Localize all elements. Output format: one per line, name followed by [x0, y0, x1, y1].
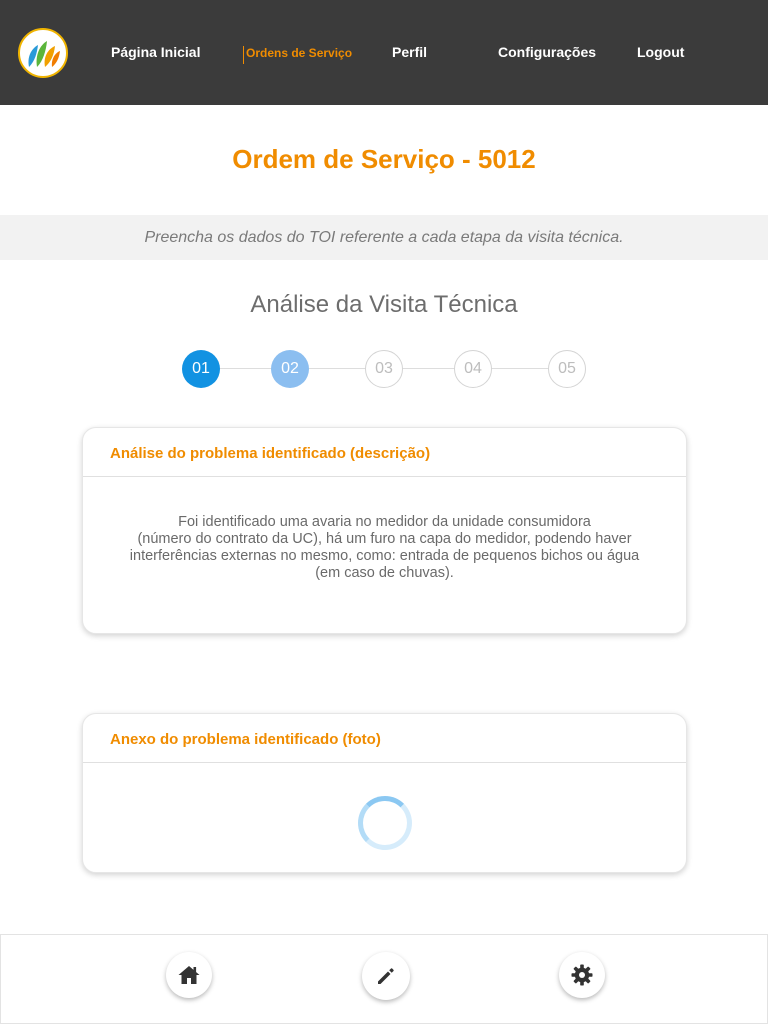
gear-icon: [571, 964, 593, 986]
nav-profile[interactable]: Perfil: [392, 44, 427, 60]
description-card: Análise do problema identificado (descri…: [82, 427, 687, 634]
step-3[interactable]: 03: [365, 350, 403, 388]
page-subtitle: Preencha os dados do TOI referente a cad…: [144, 229, 624, 246]
loading-spinner-icon: [358, 796, 412, 850]
section-title: Análise da Visita Técnica: [250, 291, 518, 318]
step-2[interactable]: 02: [271, 350, 309, 388]
pencil-icon: [378, 968, 394, 984]
description-line: interferências externas no mesmo, como: …: [129, 548, 640, 564]
description-line: (em caso de chuvas).: [315, 565, 454, 581]
home-icon: [178, 966, 200, 984]
nav-home[interactable]: Página Inicial: [111, 44, 200, 60]
top-navigation-bar: Página Inicial Ordens de Serviço Perfil …: [0, 0, 768, 105]
step-4[interactable]: 04: [454, 350, 492, 388]
description-line: (número do contrato da UC), há um furo n…: [137, 531, 632, 547]
description-line: Foi identificado uma avaria no medidor d…: [178, 514, 591, 530]
nav-service-orders[interactable]: Ordens de Serviço: [243, 46, 352, 64]
attachment-card: Anexo do problema identificado (foto): [82, 713, 687, 873]
nav-logout[interactable]: Logout: [637, 44, 684, 60]
bottom-action-bar: [0, 934, 768, 1024]
settings-button[interactable]: [559, 952, 605, 998]
step-1[interactable]: 01: [182, 350, 220, 388]
home-button[interactable]: [166, 952, 212, 998]
logo[interactable]: [18, 28, 68, 78]
edit-button[interactable]: [362, 952, 410, 1000]
nav-settings[interactable]: Configurações: [498, 44, 596, 60]
description-text: Foi identificado uma avaria no medidor d…: [83, 477, 686, 582]
description-card-header: Análise do problema identificado (descri…: [83, 428, 686, 477]
step-5[interactable]: 05: [548, 350, 586, 388]
page-title: Ordem de Serviço - 5012: [232, 144, 536, 174]
attachment-card-header: Anexo do problema identificado (foto): [83, 714, 686, 763]
logo-leaves-icon: [28, 41, 60, 67]
